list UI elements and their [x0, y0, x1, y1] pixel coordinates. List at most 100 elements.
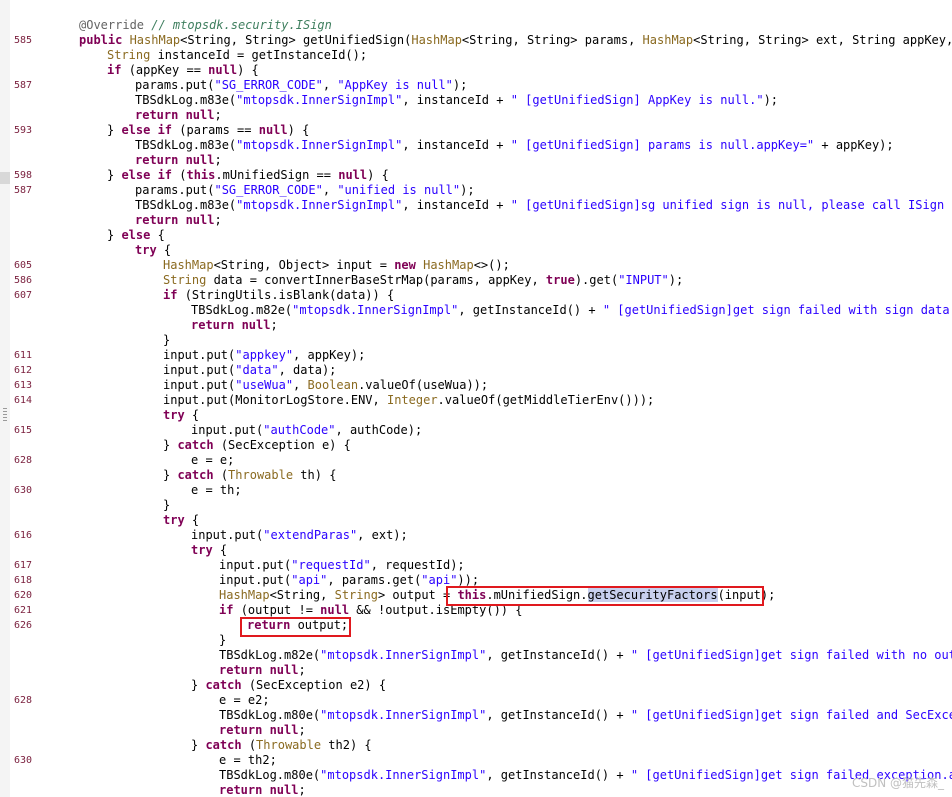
code-line[interactable]: 626 return output;	[0, 618, 952, 633]
code-line[interactable]: try {	[0, 513, 952, 528]
code-line[interactable]: TBSdkLog.m83e("mtopsdk.InnerSignImpl", i…	[0, 138, 952, 153]
code-line[interactable]: try {	[0, 243, 952, 258]
token-str: "authCode"	[263, 423, 336, 437]
code-line[interactable]: return null;	[0, 108, 952, 123]
code-line[interactable]: }	[0, 633, 952, 648]
code-line[interactable]: return null;	[0, 153, 952, 168]
token-kw: if	[163, 288, 185, 302]
code-line[interactable]: 586 String data = convertInnerBaseStrMap(…	[0, 273, 952, 288]
token: );	[668, 273, 684, 287]
code-line[interactable]: } catch (Throwable th2) {	[0, 738, 952, 753]
code-line[interactable]: 630 e = th2;	[0, 753, 952, 768]
code-line[interactable]: 605 HashMap<String, Object> input = new H…	[0, 258, 952, 273]
code-text: e = e2;	[219, 693, 270, 708]
code-line[interactable]: }	[0, 333, 952, 348]
token-str: "mtopsdk.InnerSignImpl"	[292, 303, 459, 317]
code-line[interactable]: 585 public HashMap<String, String> getUni…	[0, 33, 952, 48]
token-kw: null	[258, 123, 288, 137]
token-str: "mtopsdk.InnerSignImpl"	[236, 93, 403, 107]
token: , params.get(	[327, 573, 422, 587]
code-line[interactable]: 587 params.put("SG_ERROR_CODE", "unified …	[0, 183, 952, 198]
code-line[interactable]: 607 if (StringUtils.isBlank(data)) {	[0, 288, 952, 303]
token: ;	[298, 663, 306, 677]
code-line[interactable]: return null;	[0, 663, 952, 678]
token-kw: null	[208, 63, 238, 77]
line-number: 611	[14, 350, 33, 361]
code-text: } catch (SecException e) {	[163, 438, 351, 453]
token: ;	[214, 153, 222, 167]
code-line[interactable]: try {	[0, 543, 952, 558]
code-line[interactable]: } else {	[0, 228, 952, 243]
line-number: 586	[14, 275, 33, 286]
token: + appKey);	[814, 138, 894, 152]
code-text: if (StringUtils.isBlank(data)) {	[163, 288, 394, 303]
code-line[interactable]: 587 params.put("SG_ERROR_CODE", "AppKey i…	[0, 78, 952, 93]
token-str: " [getUnifiedSign]get sign failed with s…	[602, 303, 952, 317]
token: }	[163, 333, 171, 347]
token-kw: try	[191, 543, 220, 557]
code-line[interactable]: TBSdkLog.m80e("mtopsdk.InnerSignImpl", g…	[0, 708, 952, 723]
token-kw: return null	[135, 108, 215, 122]
code-text: input.put("useWua", Boolean.valueOf(useW…	[163, 378, 488, 393]
token-str: "useWua"	[235, 378, 294, 392]
code-line[interactable]: 630 e = th;	[0, 483, 952, 498]
code-line[interactable]: 598} else if (this.mUnifiedSign == null)…	[0, 168, 952, 183]
code-line[interactable]: return null;	[0, 783, 952, 797]
token: {	[191, 408, 200, 422]
code-line[interactable]: }	[0, 498, 952, 513]
token: , getInstanceId() +	[486, 768, 631, 782]
code-line[interactable]: } catch (Throwable th) {	[0, 468, 952, 483]
token: ,	[293, 378, 308, 392]
code-line[interactable]: 614 input.put(MonitorLogStore.ENV, Intege…	[0, 393, 952, 408]
code-line[interactable]: 615 input.put("authCode", authCode);	[0, 423, 952, 438]
line-number: 616	[14, 530, 33, 541]
line-number: 621	[14, 605, 33, 616]
code-text: params.put("SG_ERROR_CODE", "AppKey is n…	[135, 78, 467, 93]
code-line[interactable]: try {	[0, 408, 952, 423]
token: }	[219, 633, 227, 647]
token-str: "extendParas"	[263, 528, 358, 542]
code-text: TBSdkLog.m82e("mtopsdk.InnerSignImpl", g…	[219, 648, 952, 663]
token-cls: HashMap	[129, 33, 181, 47]
code-line[interactable]: 616 input.put("extendParas", ext);	[0, 528, 952, 543]
token-cls: String	[107, 48, 151, 62]
token: .valueOf(useWua));	[358, 378, 489, 392]
code-line[interactable]: 628 e = e;	[0, 453, 952, 468]
code-text: input.put("extendParas", ext);	[191, 528, 408, 543]
code-line[interactable]: String instanceId = getInstanceId();	[0, 48, 952, 63]
code-line[interactable]: } catch (SecException e2) {	[0, 678, 952, 693]
code-line[interactable]: TBSdkLog.m83e("mtopsdk.InnerSignImpl", i…	[0, 93, 952, 108]
token-cls: Throwable	[228, 468, 294, 482]
token: ;	[298, 723, 306, 737]
token: .mUnifiedSign ==	[215, 168, 339, 182]
code-text: }	[219, 633, 226, 648]
code-text: return null;	[135, 153, 222, 168]
code-line[interactable]: return null;	[0, 213, 952, 228]
code-line[interactable]: 628 e = e2;	[0, 693, 952, 708]
code-line[interactable]: 617 input.put("requestId", requestId);	[0, 558, 952, 573]
token: {	[157, 228, 165, 242]
token: }	[107, 228, 122, 242]
line-number: 618	[14, 575, 33, 586]
code-text: params.put("SG_ERROR_CODE", "unified is …	[135, 183, 475, 198]
code-text: public HashMap<String, String> getUnifie…	[79, 33, 952, 48]
token: , data);	[278, 363, 337, 377]
token-kw: catch	[177, 468, 221, 482]
code-line[interactable]: TBSdkLog.m83e("mtopsdk.InnerSignImpl", i…	[0, 198, 952, 213]
code-line[interactable]: TBSdkLog.m80e("mtopsdk.InnerSignImpl", g…	[0, 768, 952, 783]
token: TBSdkLog.m80e(	[219, 708, 321, 722]
code-line[interactable]: 611 input.put("appkey", appKey);	[0, 348, 952, 363]
code-line[interactable]: 593} else if (params == null) {	[0, 123, 952, 138]
code-editor[interactable]: @Override // mtopsdk.security.ISign 585 pu…	[0, 0, 952, 797]
code-line[interactable]: if (appKey == null) {	[0, 63, 952, 78]
code-line[interactable]: 612 input.put("data", data);	[0, 363, 952, 378]
code-line[interactable]: TBSdkLog.m82e("mtopsdk.InnerSignImpl", g…	[0, 303, 952, 318]
code-line[interactable]: return null;	[0, 723, 952, 738]
code-line[interactable]: return null;	[0, 318, 952, 333]
code-line[interactable]: 613 input.put("useWua", Boolean.valueOf(u…	[0, 378, 952, 393]
code-line[interactable]: @Override // mtopsdk.security.ISign	[0, 18, 952, 33]
token: params.put(	[135, 183, 215, 197]
code-line[interactable]: TBSdkLog.m82e("mtopsdk.InnerSignImpl", g…	[0, 648, 952, 663]
code-line[interactable]: } catch (SecException e) {	[0, 438, 952, 453]
token-ann: @Override	[79, 18, 152, 32]
